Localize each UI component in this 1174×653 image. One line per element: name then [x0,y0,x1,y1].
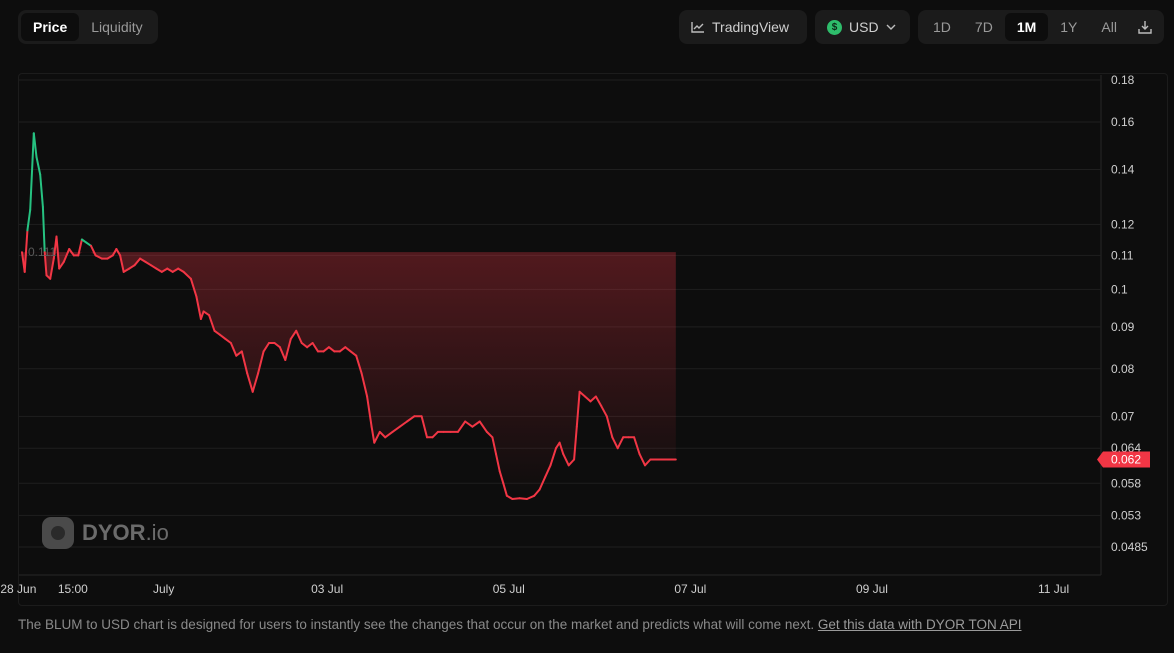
price-line-segment [518,497,528,500]
price-line-segment [55,235,61,270]
y-tick-label: 0.058 [1111,476,1141,490]
x-tick-label: 28 Jun [0,582,36,596]
x-tick-label: 05 Jul [493,582,525,596]
price-line-segment [90,244,97,257]
y-tick-label: 0.09 [1111,320,1135,334]
y-tick-label: 0.11 [1111,248,1134,262]
x-tick-label: 09 Jul [856,582,888,596]
y-tick-label: 0.07 [1111,409,1135,423]
y-tick-label: 0.16 [1111,115,1135,129]
y-tick-label: 0.08 [1111,362,1135,376]
price-line-segment [26,208,32,232]
x-tick-label: 07 Jul [674,582,706,596]
y-tick-label: 0.1 [1111,282,1128,296]
watermark-brand: DYOR [82,520,146,545]
x-tick-label: 15:00 [58,582,88,596]
price-line-segment [511,497,521,500]
dyor-watermark: DYOR.io [42,517,169,549]
reference-price-label: 0.111 [28,245,57,259]
y-tick-label: 0.12 [1111,217,1135,231]
price-line-segment [32,132,38,158]
price-line-segment [39,173,44,208]
dyor-logo-icon [42,517,74,549]
api-link[interactable]: Get this data with DYOR TON API [818,617,1022,632]
x-tick-label: 03 Jul [311,582,343,596]
y-tick-label: 0.14 [1111,162,1135,176]
y-tick-label: 0.0485 [1111,540,1148,554]
footer-text: The BLUM to USD chart is designed for us… [18,617,815,632]
x-tick-label: 11 Jul [1038,582,1069,596]
y-tick-label: 0.053 [1111,508,1141,522]
price-line-segment [29,132,35,211]
chart-description: The BLUM to USD chart is designed for us… [18,617,1022,632]
watermark-suffix: .io [145,520,169,545]
price-line-segment [23,229,29,273]
price-line-segment [35,156,42,176]
x-tick-label: July [153,582,174,596]
y-tick-label: 0.18 [1111,73,1135,87]
current-price-label: 0.062 [1111,453,1141,467]
price-chart[interactable]: 0.180.160.140.120.110.10.090.080.070.064… [0,0,1174,610]
